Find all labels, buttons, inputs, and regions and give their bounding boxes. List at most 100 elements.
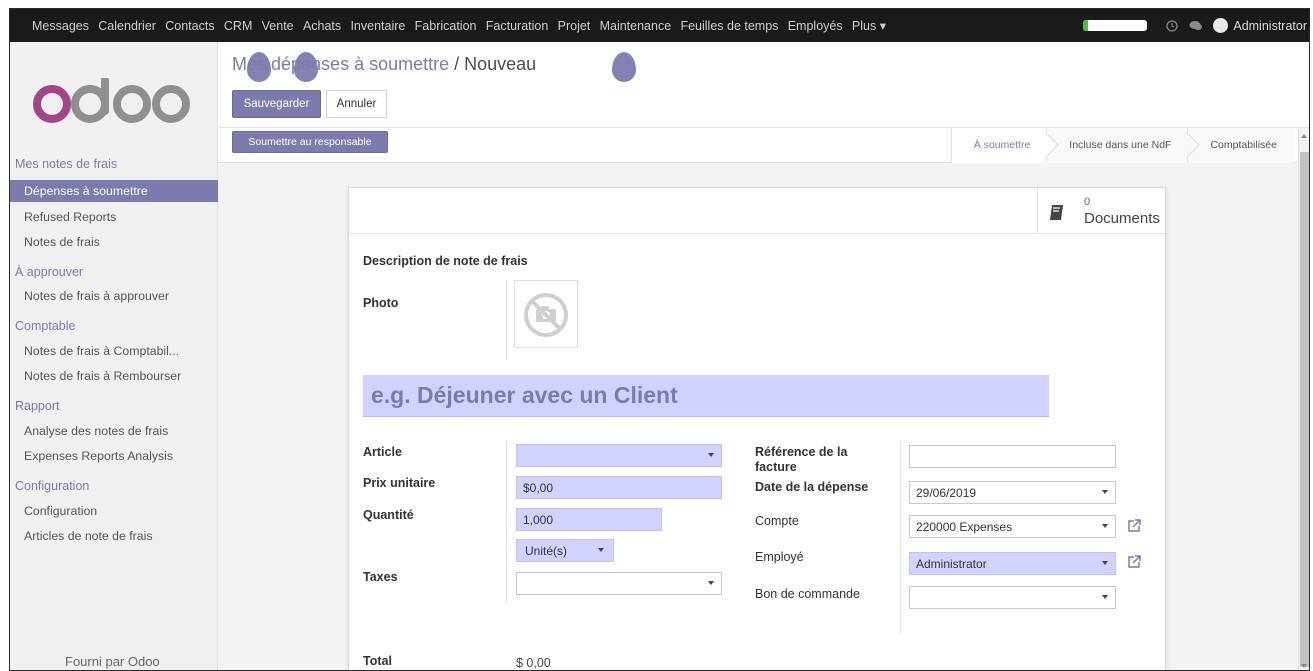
- documents-label: Documents: [1084, 210, 1160, 227]
- cancel-button[interactable]: Annuler: [326, 90, 387, 118]
- article-select[interactable]: [516, 444, 722, 467]
- expense-name-input[interactable]: [363, 375, 1049, 416]
- total-value: $ 0,00: [516, 656, 551, 670]
- powered-by-link[interactable]: Fourni par Odoo: [65, 654, 160, 669]
- taxes-label: Taxes: [363, 570, 398, 584]
- section-configuration: Configuration: [15, 479, 90, 493]
- sidebar-item-notes-de-frais[interactable]: Notes de frais: [10, 231, 218, 253]
- section-a-approuver: À approuver: [15, 265, 84, 279]
- menu-crm[interactable]: CRM: [224, 19, 252, 33]
- photo-upload[interactable]: [514, 280, 578, 348]
- expense-name-field[interactable]: [363, 375, 1049, 417]
- menu-employes[interactable]: Employés: [788, 19, 843, 33]
- section-rapport: Rapport: [15, 399, 60, 413]
- employee-select[interactable]: Administrator: [909, 552, 1116, 575]
- form-background: 0 Documents Description de note de frais…: [218, 163, 1298, 670]
- breadcrumb-separator: /: [449, 54, 465, 74]
- scroll-up-arrow[interactable]: [1301, 134, 1307, 138]
- sidebar-item-articles-note-de-frais[interactable]: Articles de note de frais: [10, 525, 218, 547]
- odoo-logo[interactable]: [32, 78, 192, 126]
- purchase-order-select[interactable]: [909, 586, 1116, 609]
- progress-bar[interactable]: [1083, 20, 1148, 31]
- breadcrumb: Mes dépenses à soumettre / Nouveau: [232, 54, 536, 75]
- user-menu[interactable]: Administrator: [1233, 19, 1307, 33]
- control-panel: Mes dépenses à soumettre / Nouveau Sauve…: [218, 42, 1309, 128]
- sidebar-item-refused-reports[interactable]: Refused Reports: [10, 206, 218, 228]
- menu-calendrier[interactable]: Calendrier: [98, 19, 156, 33]
- menu-feuilles-de-temps[interactable]: Feuilles de temps: [680, 19, 778, 33]
- progress-fill: [1083, 20, 1089, 31]
- sidebar-item-configuration[interactable]: Configuration: [10, 500, 218, 522]
- uom-select[interactable]: Unité(s): [516, 539, 614, 562]
- quantity-input[interactable]: 1,000: [516, 508, 662, 531]
- menu-fabrication[interactable]: Fabrication: [415, 19, 477, 33]
- status-stages: À soumettre Incluse dans une NdF Comptab…: [950, 128, 1293, 163]
- total-label: Total: [363, 654, 392, 668]
- unit-price-value: $0,00: [523, 480, 554, 495]
- employee-label: Employé: [755, 550, 804, 564]
- invoice-ref-input[interactable]: [909, 445, 1116, 468]
- menu-projet[interactable]: Projet: [558, 19, 591, 33]
- save-button[interactable]: Sauvegarder: [232, 90, 321, 118]
- sidebar-item-analyse-notes-de-frais[interactable]: Analyse des notes de frais: [10, 420, 218, 442]
- sidebar-item-notes-a-approuver[interactable]: Notes de frais à approuver: [10, 285, 218, 307]
- form-sheet: 0 Documents Description de note de frais…: [348, 187, 1166, 670]
- sidebar-item-expenses-reports-analysis[interactable]: Expenses Reports Analysis: [10, 445, 218, 467]
- systray: Administrator: [1083, 9, 1309, 42]
- chat-icon[interactable]: [1189, 19, 1203, 33]
- documents-count: 0: [1084, 196, 1091, 208]
- user-avatar[interactable]: [1213, 18, 1229, 33]
- purchase-order-label: Bon de commande: [755, 587, 860, 601]
- stage-comptabilisee[interactable]: Comptabilisée: [1187, 128, 1293, 163]
- expense-date-value: 29/06/2019: [916, 485, 977, 500]
- external-link-icon[interactable]: [1126, 518, 1142, 534]
- tour-tip-marker[interactable]: [612, 52, 636, 82]
- field-separator: [506, 280, 507, 360]
- menu-messages[interactable]: Messages: [32, 19, 89, 33]
- account-value: 220000 Expenses: [916, 519, 1013, 534]
- account-select[interactable]: 220000 Expenses: [909, 515, 1116, 538]
- sidebar-item-depenses-a-soumettre[interactable]: Dépenses à soumettre: [10, 180, 218, 202]
- chevron-down-icon: [708, 581, 714, 585]
- breadcrumb-current: Nouveau: [464, 54, 537, 74]
- book-icon: [1050, 205, 1063, 220]
- menu-inventaire[interactable]: Inventaire: [350, 19, 405, 33]
- tour-tip-marker[interactable]: [294, 52, 318, 82]
- field-separator: [900, 441, 901, 633]
- chevron-down-icon: [1102, 595, 1108, 599]
- submit-to-manager-button[interactable]: Soumettre au responsable: [232, 131, 388, 153]
- photo-label: Photo: [363, 296, 399, 310]
- unit-price-input[interactable]: $0,00: [516, 476, 722, 499]
- app-menu: Messages Calendrier Contacts CRM Vente A…: [32, 9, 895, 42]
- field-separator: [506, 441, 507, 603]
- menu-contacts[interactable]: Contacts: [165, 19, 214, 33]
- documents-button[interactable]: 0 Documents: [1037, 188, 1165, 234]
- menu-maintenance[interactable]: Maintenance: [600, 19, 672, 33]
- clock-icon[interactable]: [1165, 19, 1179, 33]
- account-label: Compte: [755, 514, 799, 528]
- invoice-ref-label: Référence de la facture: [755, 445, 848, 474]
- description-label: Description de note de frais: [363, 254, 528, 268]
- stage-incluse-ndf[interactable]: Incluse dans une NdF: [1046, 128, 1188, 163]
- stage-a-soumettre[interactable]: À soumettre: [950, 128, 1047, 163]
- button-box: 0 Documents: [349, 188, 1165, 234]
- scroll-down-arrow[interactable]: [1301, 664, 1307, 668]
- scrollbar-thumb[interactable]: [1300, 152, 1309, 667]
- section-comptable: Comptable: [15, 319, 76, 333]
- menu-facturation[interactable]: Facturation: [486, 19, 549, 33]
- quantity-value: 1,000: [523, 512, 554, 527]
- external-link-icon[interactable]: [1126, 554, 1142, 570]
- taxes-select[interactable]: [516, 572, 722, 595]
- menu-plus[interactable]: Plus ▾: [852, 18, 886, 33]
- tour-tip-marker[interactable]: [247, 52, 271, 82]
- no-photo-icon: [524, 293, 568, 337]
- vertical-scrollbar[interactable]: [1298, 128, 1309, 670]
- sidebar-item-notes-a-rembourser[interactable]: Notes de frais à Rembourser: [10, 365, 218, 387]
- employee-value: Administrator: [916, 556, 987, 571]
- menu-vente[interactable]: Vente: [262, 19, 294, 33]
- menu-achats[interactable]: Achats: [303, 19, 341, 33]
- expense-date-input[interactable]: 29/06/2019: [909, 481, 1116, 504]
- chevron-down-icon: [708, 453, 714, 457]
- section-mes-notes-de-frais: Mes notes de frais: [15, 157, 118, 171]
- sidebar-item-notes-a-comptabiliser[interactable]: Notes de frais à Comptabil...: [10, 340, 218, 362]
